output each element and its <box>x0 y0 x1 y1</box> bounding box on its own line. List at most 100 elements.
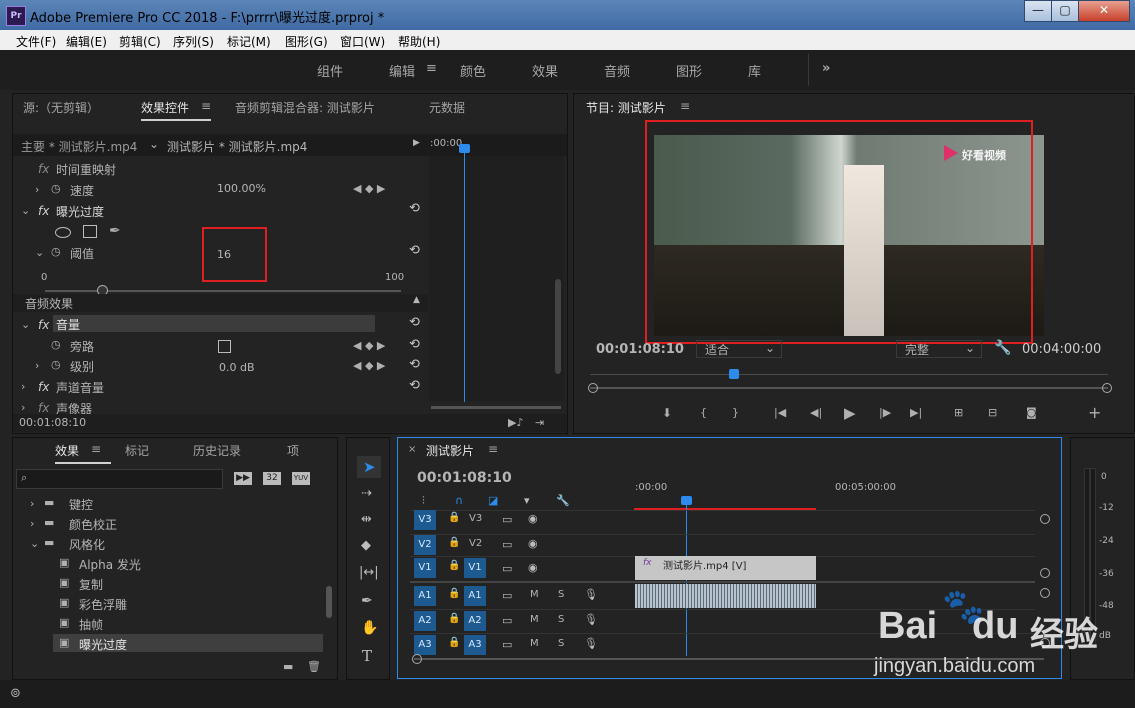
sync-lock-icon[interactable]: ▭ <box>502 638 512 651</box>
panner-chevron-icon[interactable]: › <box>21 401 25 414</box>
program-playhead-icon[interactable] <box>729 369 739 379</box>
program-monitor-title[interactable]: 节目: 测试影片 <box>586 99 666 116</box>
track-target-a1[interactable]: A1 <box>464 586 486 606</box>
workspace-editing[interactable]: 编辑 <box>389 61 415 80</box>
track-target-a3[interactable]: A3 <box>464 635 486 655</box>
timeline-playhead-icon[interactable] <box>681 496 692 505</box>
expand-chevron-icon[interactable]: › <box>35 183 39 196</box>
clip-dropdown-icon[interactable]: ⌄ <box>149 137 159 151</box>
add-button-icon[interactable]: + <box>1088 403 1101 422</box>
track-target-v1[interactable]: V1 <box>464 558 486 578</box>
track-select-tool-icon[interactable]: ⇢ <box>361 486 372 501</box>
scrub-ruler[interactable] <box>590 374 1108 375</box>
maximize-button[interactable]: ▢ <box>1051 0 1079 22</box>
track-source-a3[interactable]: A3 <box>414 635 436 655</box>
lock-icon[interactable]: 🔒 <box>448 588 460 599</box>
audio-clip[interactable] <box>635 584 816 608</box>
effects-scrollbar[interactable] <box>326 586 332 618</box>
folder-stylize[interactable]: 风格化 <box>69 536 105 553</box>
menu-file[interactable]: 文件(F) <box>16 33 56 50</box>
zoom-right-handle[interactable] <box>1102 383 1112 393</box>
export-icon[interactable]: ⇥ <box>535 416 544 429</box>
folder-color-correction[interactable]: 颜色校正 <box>69 516 117 533</box>
effect-controls-timecode[interactable]: 00:01:08:10 <box>19 416 86 429</box>
mute-button[interactable]: M <box>530 638 539 649</box>
level-stopwatch-icon[interactable]: ◷ <box>51 358 61 371</box>
accelerated-effects-icon[interactable]: ▶▶ <box>234 472 252 485</box>
level-chevron-icon[interactable]: › <box>35 359 39 372</box>
creative-cloud-icon[interactable]: ⊚ <box>10 686 21 701</box>
mic-icon[interactable]: 🎙 <box>584 588 598 601</box>
settings-wrench-icon[interactable]: 🔧 <box>994 340 1011 356</box>
pen-mask-icon[interactable]: ✒ <box>109 223 121 239</box>
bypass-checkbox[interactable] <box>218 340 231 353</box>
sync-lock-icon[interactable]: ▭ <box>502 513 512 526</box>
channel-reset-icon[interactable]: ⟲ <box>409 378 420 393</box>
type-tool-icon[interactable]: T <box>362 647 372 665</box>
play-triangle-icon[interactable]: ▶ <box>413 138 420 148</box>
keyframe-nav-icon[interactable]: ◀ ◆ ▶ <box>353 182 385 195</box>
scroll-handle-mid[interactable] <box>1040 568 1050 578</box>
tab-effect-controls[interactable]: 效果控件 <box>141 99 189 116</box>
workspace-color[interactable]: 颜色 <box>460 61 486 80</box>
track-source-v3[interactable]: V3 <box>414 510 436 530</box>
tab-effects[interactable]: 效果 <box>55 442 79 459</box>
sync-lock-icon[interactable]: ▭ <box>502 614 512 627</box>
sync-lock-icon[interactable]: ▭ <box>502 562 512 575</box>
effect-item-posterize-time[interactable]: 抽帧 <box>79 616 103 633</box>
tab-markers[interactable]: 标记 <box>125 442 149 459</box>
workspace-audio[interactable]: 音频 <box>604 61 630 80</box>
rect-mask-icon[interactable] <box>83 225 97 238</box>
video-clip[interactable]: fx 测试影片.mp4 [V] <box>635 556 816 580</box>
lock-icon[interactable]: 🔒 <box>448 560 460 571</box>
scroll-handle-top[interactable] <box>1040 514 1050 524</box>
threshold-reset-icon[interactable]: ⟲ <box>409 243 420 258</box>
snap-nest-icon[interactable]: ⫶ <box>422 494 425 508</box>
sync-lock-icon[interactable]: ▭ <box>502 538 512 551</box>
effects-menu-icon[interactable]: ≡ <box>91 442 101 456</box>
workspace-assembly[interactable]: 组件 <box>317 61 343 80</box>
minimize-button[interactable]: — <box>1024 0 1052 22</box>
folder-chevron-icon[interactable]: › <box>30 497 34 510</box>
menu-clip[interactable]: 剪辑(C) <box>119 33 161 50</box>
solo-button[interactable]: S <box>558 638 564 649</box>
collapse-chevron-icon[interactable]: ⌄ <box>21 204 30 217</box>
threshold-stopwatch-icon[interactable]: ◷ <box>51 245 61 258</box>
ripple-edit-tool-icon[interactable]: ⇹ <box>361 512 372 527</box>
solo-button[interactable]: S <box>558 614 564 625</box>
32bit-badge-icon[interactable]: 32 <box>263 472 281 485</box>
track-source-a2[interactable]: A2 <box>414 611 436 631</box>
play-button-icon[interactable]: ▶ <box>844 404 856 422</box>
volume-fx-icon[interactable]: fx <box>38 318 49 332</box>
volume-chevron-icon[interactable]: ⌄ <box>21 318 30 331</box>
lock-icon[interactable]: 🔒 <box>448 637 460 648</box>
timeline-title[interactable]: 测试影片 <box>426 442 474 459</box>
play-audio-icon[interactable]: ▶♪ <box>508 416 523 429</box>
threshold-chevron-icon[interactable]: ⌄ <box>35 246 44 259</box>
timeline-menu-icon[interactable]: ≡ <box>488 442 498 456</box>
speed-value[interactable]: 100.00% <box>217 182 266 195</box>
stopwatch-icon[interactable]: ◷ <box>51 182 61 195</box>
go-to-out-icon[interactable]: ▶| <box>910 406 922 419</box>
effect-item-color-emboss[interactable]: 彩色浮雕 <box>79 596 127 613</box>
clip-sequence-label[interactable]: 测试影片 * 测试影片.mp4 <box>167 138 307 155</box>
menu-graphics[interactable]: 图形(G) <box>285 33 328 50</box>
track-source-a1[interactable]: A1 <box>414 586 436 606</box>
panner-fx-icon[interactable]: fx <box>38 401 49 415</box>
tab-project[interactable]: 项 <box>287 442 299 459</box>
mic-icon[interactable]: 🎙 <box>584 637 598 650</box>
track-source-v1[interactable]: V1 <box>414 558 436 578</box>
workspace-effects[interactable]: 效果 <box>532 61 558 80</box>
lock-icon[interactable]: 🔒 <box>448 613 460 624</box>
fx-toggle-icon[interactable]: fx <box>38 204 49 218</box>
reset-icon[interactable]: ⟲ <box>409 201 420 216</box>
program-menu-icon[interactable]: ≡ <box>680 99 690 113</box>
ellipse-mask-icon[interactable] <box>55 227 71 238</box>
timeline-settings-icon[interactable]: 🔧 <box>556 494 570 507</box>
close-button[interactable]: ✕ <box>1078 0 1130 22</box>
horizontal-scrollbar[interactable] <box>431 406 561 409</box>
bypass-reset-icon[interactable]: ⟲ <box>409 337 420 352</box>
workspace-more-icon[interactable]: » <box>822 61 830 76</box>
level-keyframe-nav-icon[interactable]: ◀ ◆ ▶ <box>353 359 385 372</box>
channel-chevron-icon[interactable]: › <box>21 380 25 393</box>
